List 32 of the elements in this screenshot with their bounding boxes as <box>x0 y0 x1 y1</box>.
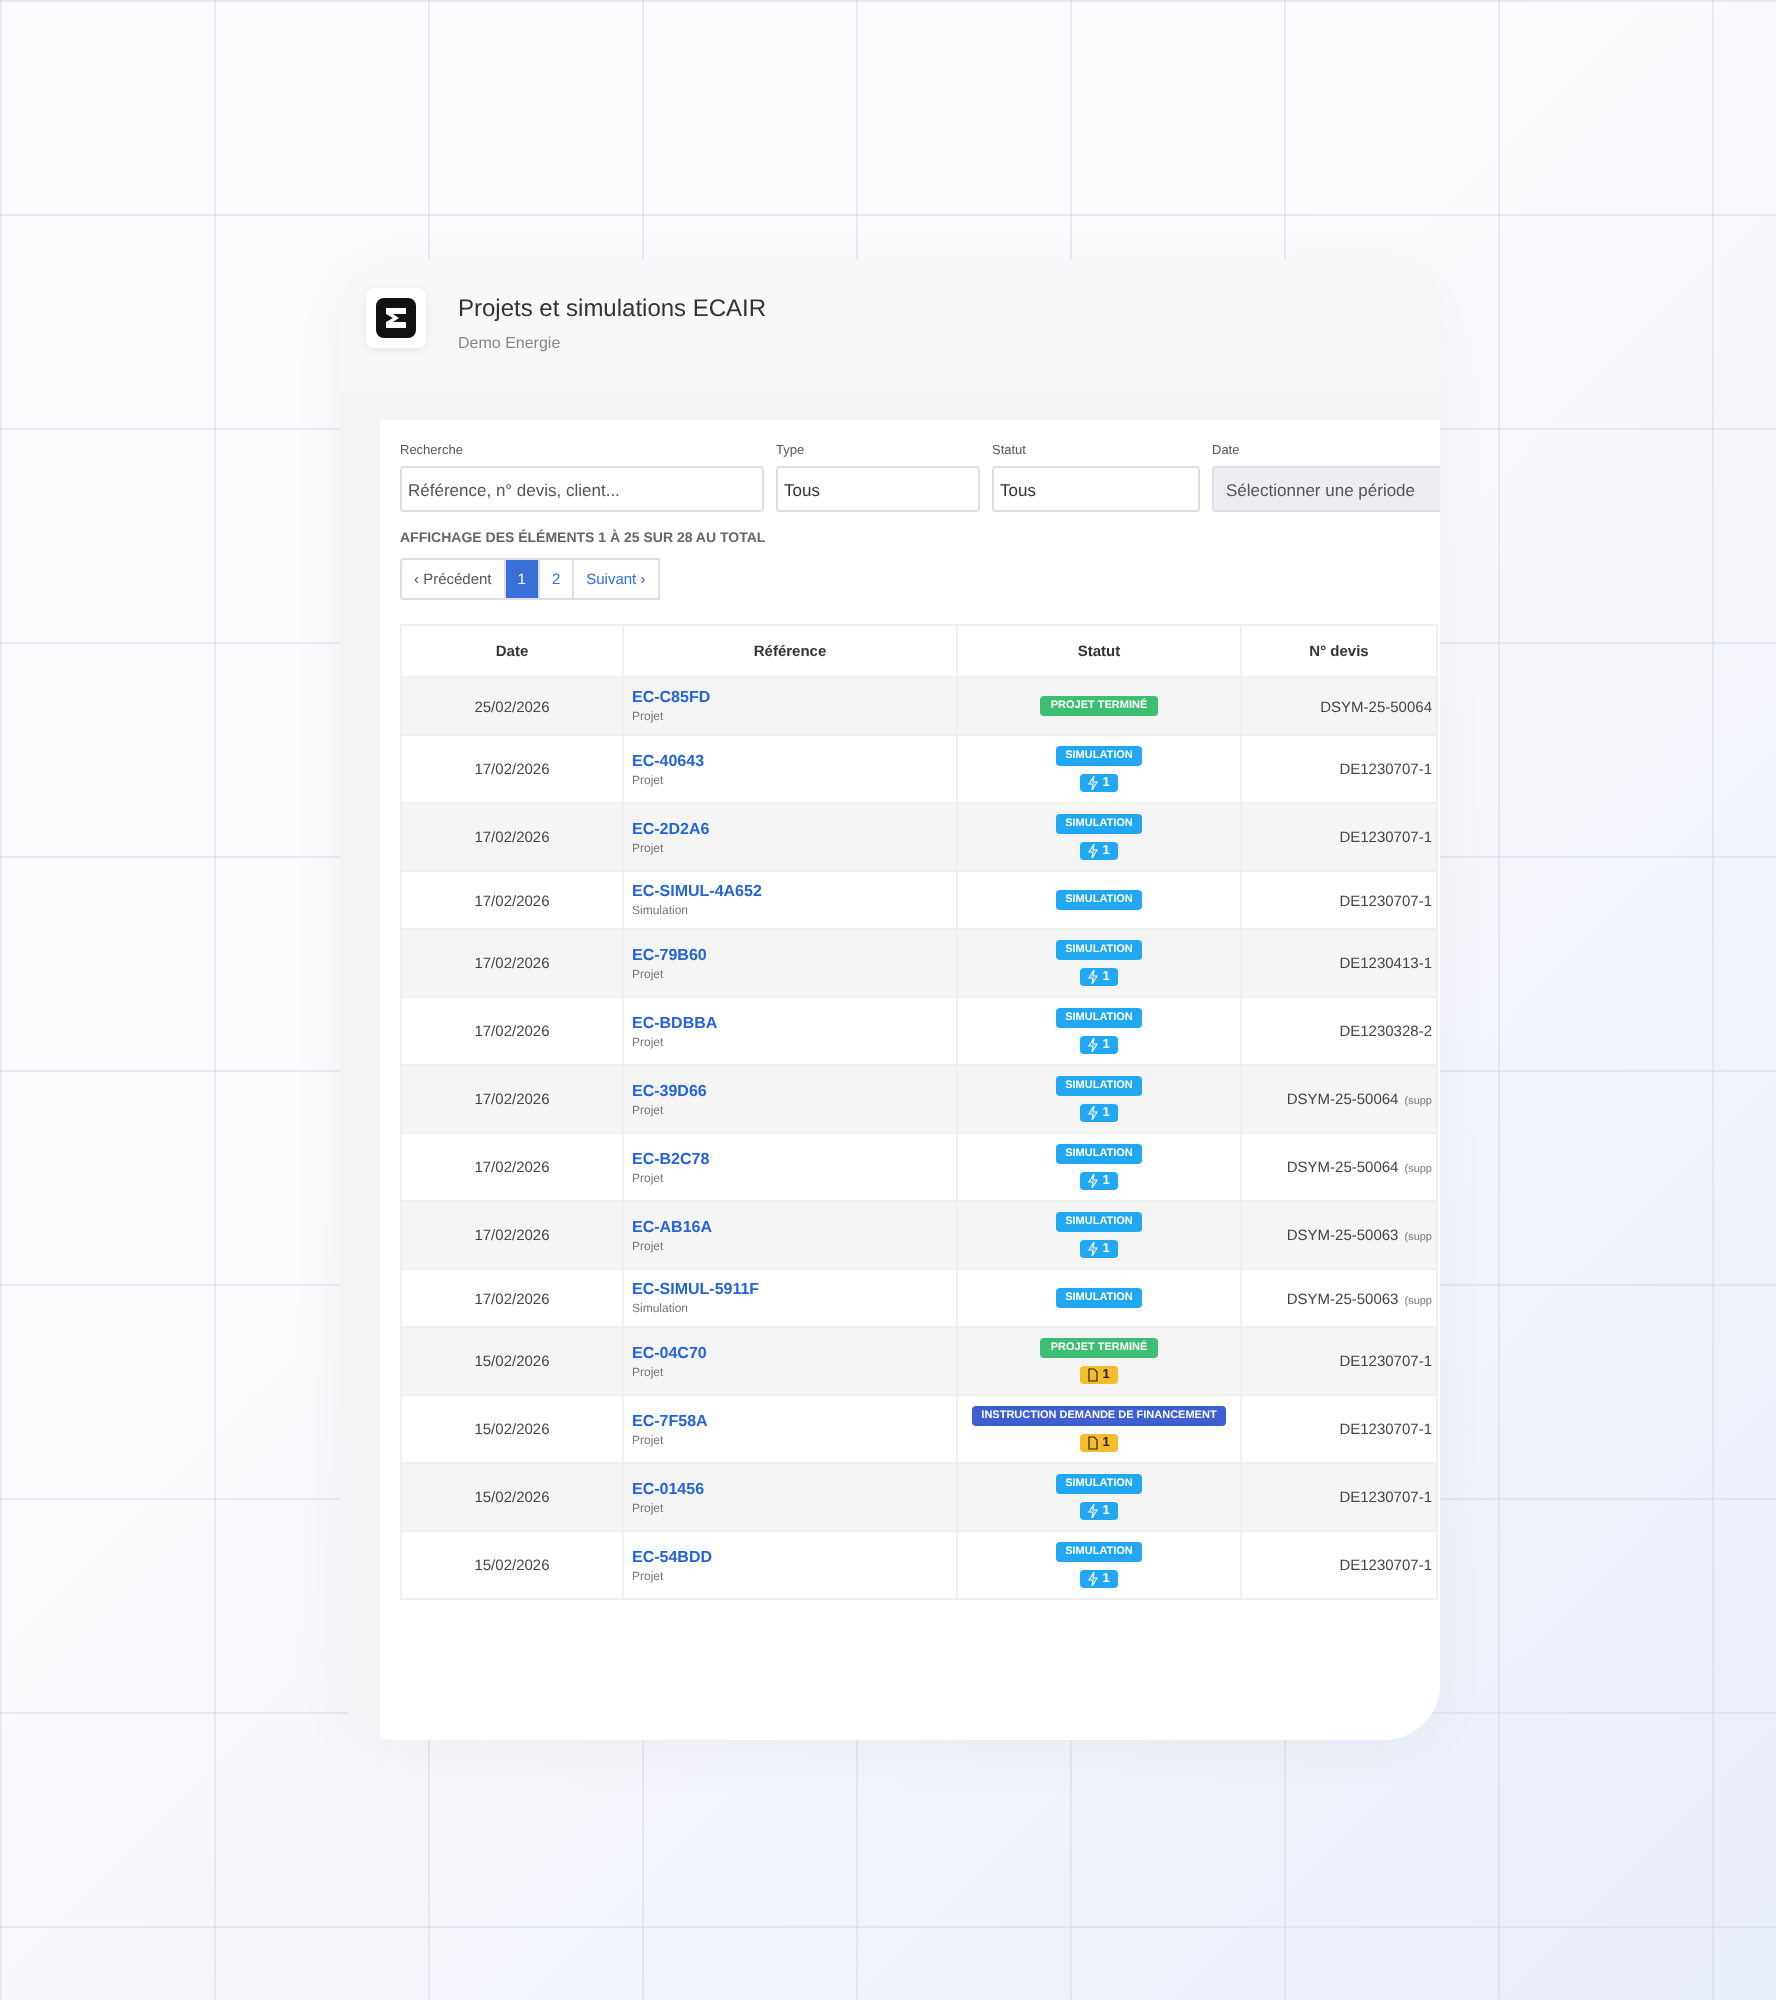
reference-link[interactable]: EC-AB16A <box>632 1217 948 1235</box>
date-field[interactable]: Sélectionner une période <box>1212 466 1440 512</box>
document-icon <box>1088 1368 1099 1382</box>
reference-link[interactable]: EC-79B60 <box>632 945 948 963</box>
select-field[interactable]: Tous <box>776 466 980 512</box>
reference-link[interactable]: EC-7F58A <box>632 1411 948 1429</box>
bolt-icon <box>1088 844 1099 858</box>
bolt-icon <box>1088 1242 1099 1256</box>
reference-link[interactable]: EC-BDBBA <box>632 1013 948 1031</box>
bolt-icon <box>1088 1572 1099 1586</box>
reference-link[interactable]: EC-01456 <box>632 1479 948 1497</box>
bolt-icon <box>1088 1504 1099 1518</box>
reference-link[interactable]: EC-39D66 <box>632 1081 948 1099</box>
bolt-icon <box>1088 776 1099 790</box>
document-icon <box>1088 1436 1099 1450</box>
bolt-icon <box>1088 1038 1099 1052</box>
reference-link[interactable]: EC-SIMUL-4A652 <box>632 882 948 900</box>
logo-icon <box>376 298 416 338</box>
reference-link[interactable]: EC-40643 <box>632 751 948 769</box>
select-field[interactable]: Tous <box>992 466 1200 512</box>
reference-link[interactable]: EC-04C70 <box>632 1343 948 1361</box>
reference-link[interactable]: EC-B2C78 <box>632 1149 948 1167</box>
reference-link[interactable]: EC-C85FD <box>632 688 948 706</box>
bolt-icon <box>1088 1106 1099 1120</box>
bolt-icon <box>1088 1174 1099 1188</box>
reference-link[interactable]: EC-2D2A6 <box>632 819 948 837</box>
company-name: Demo Energie <box>458 334 563 352</box>
page-title: Projets et simulations ECAIR <box>458 294 767 322</box>
search-field[interactable]: Référence, n° devis, client... <box>400 466 764 512</box>
reference-link[interactable]: EC-54BDD <box>632 1547 948 1565</box>
reference-link[interactable]: EC-SIMUL-5911F <box>632 1280 948 1298</box>
bolt-icon <box>1088 970 1099 984</box>
